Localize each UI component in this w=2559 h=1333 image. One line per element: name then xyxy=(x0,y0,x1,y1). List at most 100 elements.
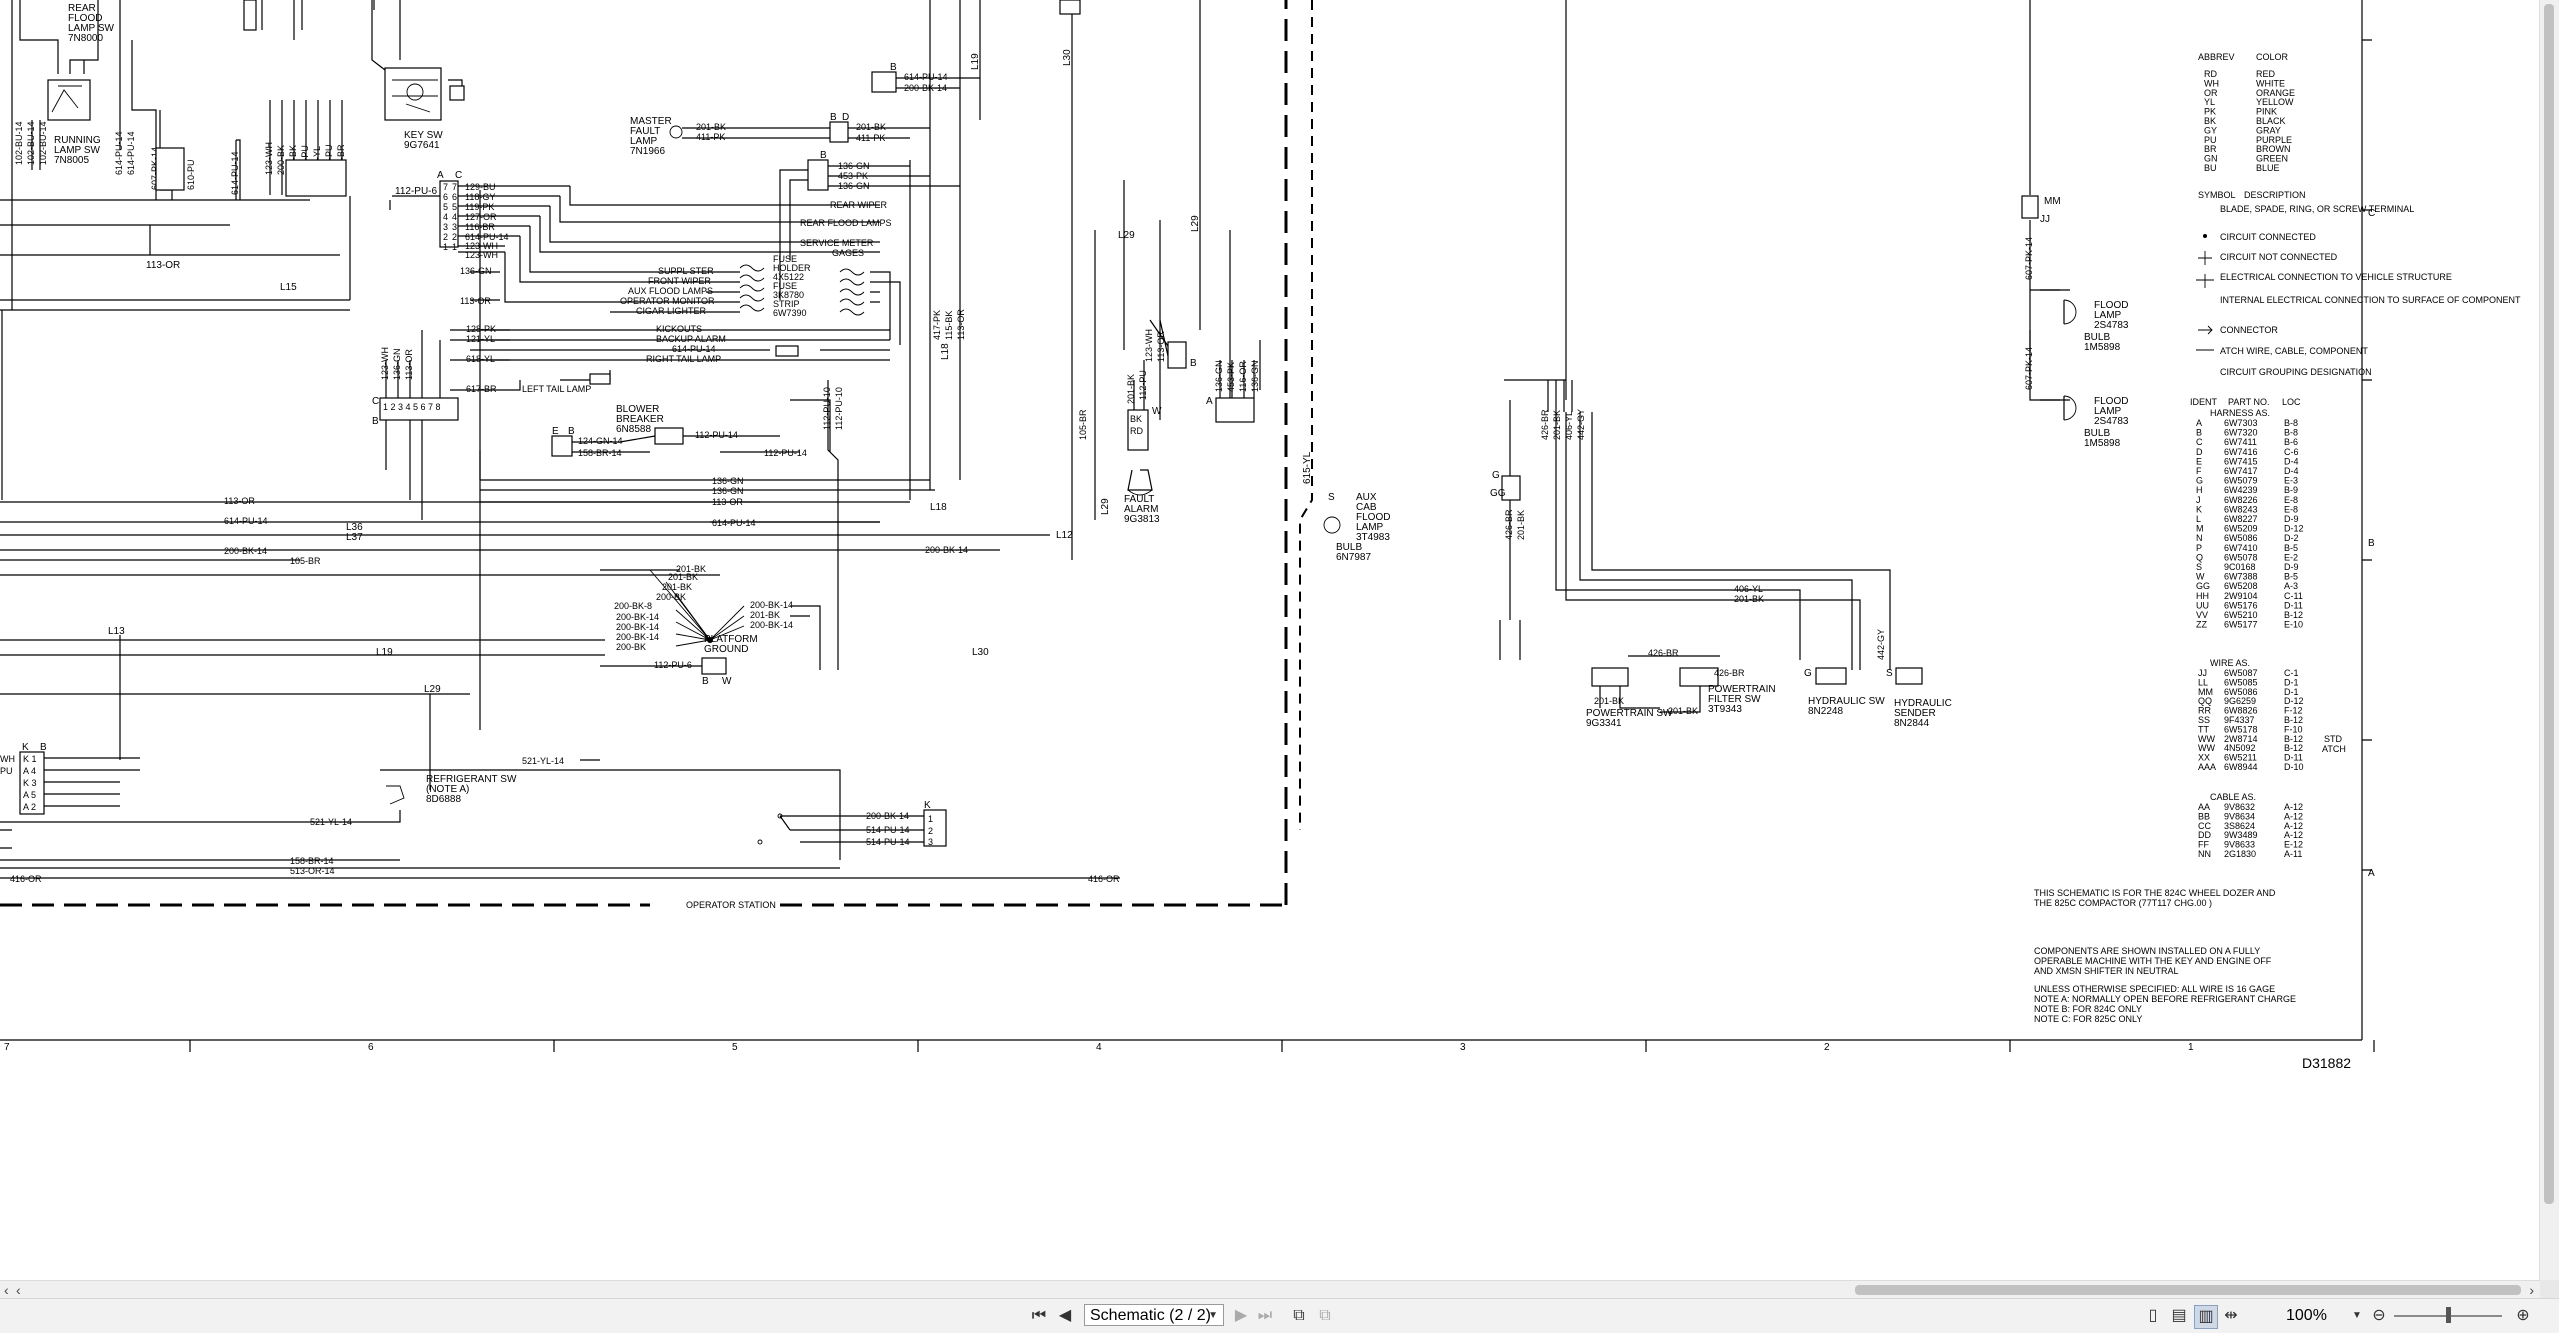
harness-part-no: 6W5176 xyxy=(2224,600,2258,610)
harness-ident: P xyxy=(2196,543,2202,553)
svg-text:136-GN: 136-GN xyxy=(838,161,870,171)
zoom-slider-knob[interactable] xyxy=(2446,1307,2451,1323)
svg-text:201-BK: 201-BK xyxy=(750,610,780,620)
svg-text:WIRE AS.: WIRE AS. xyxy=(2210,658,2250,668)
svg-text:A: A xyxy=(2368,868,2375,879)
svg-text:MM: MM xyxy=(2044,196,2061,207)
last-page-icon[interactable]: ⏭ xyxy=(1254,1305,1276,1327)
svg-text:K: K xyxy=(22,742,29,753)
harness-ident: W xyxy=(2196,572,2205,582)
harness-ident: D xyxy=(2196,447,2203,457)
harness-loc: B-5 xyxy=(2284,572,2298,582)
single-page-icon[interactable]: ▯ xyxy=(2142,1305,2164,1327)
harness-loc: D-9 xyxy=(2284,562,2299,572)
scroll-left-arrow-icon[interactable]: ‹ xyxy=(16,1281,21,1299)
svg-text:L29: L29 xyxy=(1100,498,1111,515)
horizontal-scroll-thumb[interactable] xyxy=(1855,1285,2521,1295)
svg-text:102-BU-14: 102-BU-14 xyxy=(26,121,36,165)
svg-text:200-BK: 200-BK xyxy=(616,642,646,652)
svg-text:CIRCUIT GROUPING DESIGNATION: CIRCUIT GROUPING DESIGNATION xyxy=(2220,367,2372,377)
svg-text:5: 5 xyxy=(443,202,448,212)
first-page-icon[interactable]: ⏮ xyxy=(1028,1305,1050,1327)
svg-text:113-OR: 113-OR xyxy=(404,349,414,380)
svg-text:200-BK-8: 200-BK-8 xyxy=(614,601,652,611)
svg-text:200-BK-14: 200-BK-14 xyxy=(616,632,659,642)
vertical-scrollbar[interactable] xyxy=(2539,0,2559,1280)
harness-ident: E xyxy=(2196,456,2202,466)
harness-part-no: 2W9104 xyxy=(2224,591,2258,601)
fit-width-icon[interactable]: ⇹ xyxy=(2220,1305,2242,1327)
harness-loc: E-3 xyxy=(2284,476,2298,486)
svg-text:COLOR: COLOR xyxy=(2256,52,2289,62)
hydraulic-switch: HYDRAULIC SW 8N2248 xyxy=(1808,667,1885,717)
svg-text:200-BK-14: 200-BK-14 xyxy=(925,545,968,555)
svg-text:9G3341: 9G3341 xyxy=(1586,718,1622,729)
vertical-scroll-thumb[interactable] xyxy=(2544,4,2554,1204)
svg-text:2S4783: 2S4783 xyxy=(2094,416,2129,427)
rear-flood-lamp-switch: REAR FLOOD LAMP SW 7N8000 xyxy=(68,3,114,44)
compare-icon[interactable]: ⧉ xyxy=(1314,1305,1336,1327)
harness-loc: E-8 xyxy=(2284,495,2298,505)
two-page-view-icon[interactable]: ⧉ xyxy=(1288,1305,1310,1327)
svg-text:L19: L19 xyxy=(970,53,981,70)
zoom-in-icon[interactable]: ⊕ xyxy=(2512,1305,2534,1327)
svg-text:112-PU-10: 112-PU-10 xyxy=(822,387,832,430)
harness-ident: ZZ xyxy=(2196,620,2207,630)
svg-text:G: G xyxy=(1492,470,1500,481)
harness-ident: M xyxy=(2196,524,2204,534)
harness-loc: B-12 xyxy=(2284,610,2303,620)
svg-text:123-WH: 123-WH xyxy=(465,250,498,260)
svg-text:B: B xyxy=(890,62,897,73)
svg-text:128-PK: 128-PK xyxy=(466,324,496,334)
scroll-left-icon[interactable]: ‹ xyxy=(4,1281,9,1299)
svg-text:201-BK: 201-BK xyxy=(1734,594,1764,604)
page-select[interactable]: Schematic (2 / 2) ▼ xyxy=(1084,1304,1224,1326)
zoom-out-icon[interactable]: ⊖ xyxy=(2368,1305,2390,1327)
svg-text:B: B xyxy=(1190,358,1197,369)
svg-text:6N8588: 6N8588 xyxy=(616,424,651,435)
column-number: 7 xyxy=(4,1042,10,1053)
column-number: 1 xyxy=(2188,1042,2194,1053)
svg-text:1M5898: 1M5898 xyxy=(2084,342,2121,353)
facing-pages-icon[interactable]: ▥ xyxy=(2194,1305,2218,1329)
svg-text:426-BR: 426-BR xyxy=(1540,409,1550,440)
zoom-level[interactable]: 100% xyxy=(2286,1305,2327,1327)
svg-text:SYMBOL: SYMBOL xyxy=(2198,190,2236,200)
svg-text:B: B xyxy=(40,742,47,753)
zoom-chevron-down-icon[interactable]: ▼ xyxy=(2352,1305,2362,1327)
symbol-legend: SYMBOL DESCRIPTION BLADE, SPADE, RING, O… xyxy=(2196,190,2521,377)
prev-page-icon[interactable]: ◀ xyxy=(1054,1305,1076,1327)
harness-ident: Q xyxy=(2196,552,2203,562)
column-number: 6 xyxy=(368,1042,374,1053)
horizontal-scrollbar[interactable]: ‹ ‹ › xyxy=(0,1280,2540,1299)
svg-text:LOC: LOC xyxy=(2282,397,2301,407)
harness-ident: HH xyxy=(2196,591,2209,601)
svg-text:SERVICE METER: SERVICE METER xyxy=(800,238,874,248)
blower-breaker: BLOWER BREAKER 6N8588 xyxy=(616,404,684,445)
svg-text:D: D xyxy=(842,112,849,123)
drawing-number: D31882 xyxy=(2302,1055,2351,1071)
color-abbrev: BU xyxy=(2204,163,2217,173)
continuous-page-icon[interactable]: ▤ xyxy=(2168,1305,2190,1327)
svg-text:200-BK-14: 200-BK-14 xyxy=(750,600,793,610)
svg-text:201-BK: 201-BK xyxy=(662,582,692,592)
svg-text:158-BR-14: 158-BR-14 xyxy=(290,856,334,866)
next-page-icon[interactable]: ▶ xyxy=(1230,1305,1252,1327)
svg-text:113-OR: 113-OR xyxy=(146,260,180,271)
running-lamp-switch: RUNNING LAMP SW 7N8005 xyxy=(47,79,101,166)
svg-text:RIGHT TAIL LAMP: RIGHT TAIL LAMP xyxy=(646,354,721,364)
harness-part-no: 6W5208 xyxy=(2224,581,2258,591)
svg-text:453-PK: 453-PK xyxy=(838,171,868,181)
svg-text:200-BK: 200-BK xyxy=(276,145,286,175)
svg-text:102-BU-14: 102-BU-14 xyxy=(14,121,24,165)
svg-text:B: B xyxy=(372,416,379,427)
color-legend: ABBREV COLOR RD REDWH WHITEOR ORANGEYL YELLO… xyxy=(2198,52,2295,173)
harness-loc: B-8 xyxy=(2284,418,2298,428)
harness-loc: D-4 xyxy=(2284,466,2299,476)
svg-text:8N2248: 8N2248 xyxy=(1808,706,1843,717)
svg-text:CIRCUIT CONNECTED: CIRCUIT CONNECTED xyxy=(2220,232,2316,242)
svg-text:W: W xyxy=(722,676,732,687)
harness-loc: B-6 xyxy=(2284,437,2298,447)
wire-loc: D-10 xyxy=(2284,762,2304,772)
scroll-right-icon[interactable]: › xyxy=(2529,1281,2534,1299)
